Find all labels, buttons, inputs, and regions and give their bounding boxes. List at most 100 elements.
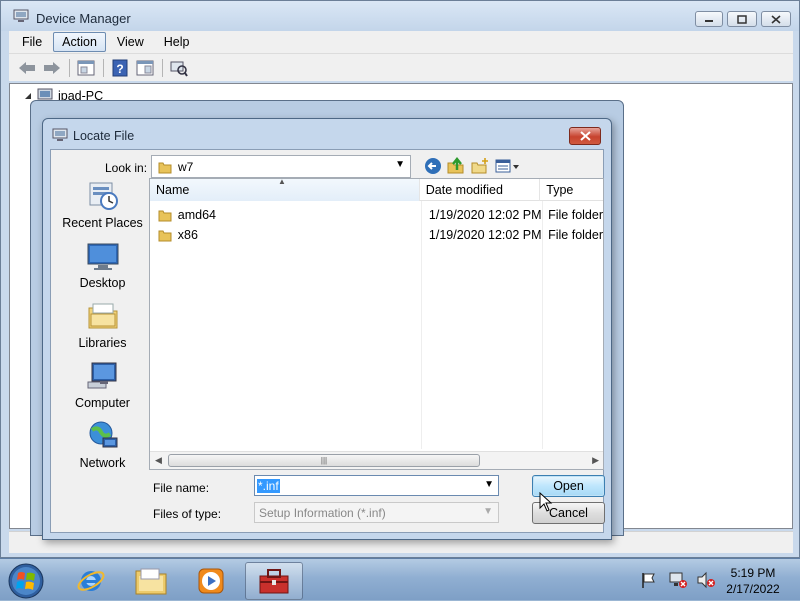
chevron-down-icon[interactable]: ▼ bbox=[484, 479, 494, 490]
menu-action[interactable]: Action bbox=[53, 32, 106, 52]
chevron-down-icon: ▼ bbox=[395, 159, 405, 170]
scan-hardware-icon bbox=[170, 61, 188, 77]
volume-muted-icon[interactable] bbox=[696, 571, 716, 589]
file-row-x86[interactable]: x86 1/19/2020 12:02 PM File folder bbox=[150, 225, 603, 245]
folder-icon bbox=[158, 230, 172, 242]
forward-icon bbox=[44, 61, 60, 74]
device-manager-icon bbox=[13, 9, 29, 22]
column-header-name[interactable]: Name ▲ bbox=[150, 179, 420, 201]
svg-text:?: ? bbox=[116, 62, 123, 76]
toolbar: ? bbox=[9, 53, 793, 81]
menu-help[interactable]: Help bbox=[155, 32, 199, 52]
horizontal-scrollbar[interactable]: ◀ ||| ▶ bbox=[150, 451, 603, 469]
view-button[interactable] bbox=[135, 58, 155, 78]
column-header-date-modified[interactable]: Date modified bbox=[420, 179, 541, 201]
look-in-label: Look in: bbox=[105, 161, 148, 175]
toolbar-separator bbox=[162, 58, 163, 77]
clock-time: 5:19 PM bbox=[730, 566, 776, 580]
view-menu-button[interactable] bbox=[495, 157, 521, 175]
restore-icon bbox=[737, 14, 747, 24]
menu-view[interactable]: View bbox=[108, 32, 153, 52]
forward-button[interactable] bbox=[42, 58, 62, 78]
scroll-right-icon[interactable]: ▶ bbox=[592, 455, 599, 466]
file-type: File folder bbox=[548, 208, 603, 222]
folder-icon bbox=[158, 162, 172, 173]
file-row-amd64[interactable]: amd64 1/19/2020 12:02 PM File folder bbox=[150, 205, 603, 225]
computer-icon bbox=[87, 362, 116, 389]
media-player-icon bbox=[198, 568, 224, 594]
place-recent-places[interactable]: Recent Places bbox=[56, 178, 149, 238]
mouse-cursor-icon bbox=[539, 492, 553, 512]
place-label: Recent Places bbox=[62, 216, 143, 230]
minimize-icon bbox=[705, 20, 713, 22]
menu-file[interactable]: File bbox=[13, 32, 51, 52]
network-status-icon[interactable] bbox=[668, 571, 688, 589]
back-nav-button[interactable] bbox=[424, 157, 442, 175]
scan-hardware-button[interactable] bbox=[169, 58, 189, 78]
up-folder-button[interactable] bbox=[447, 157, 465, 175]
taskbar-internet-explorer[interactable] bbox=[62, 562, 120, 600]
file-type-dropdown: Setup Information (*.inf) ▼ bbox=[254, 502, 499, 523]
place-desktop[interactable]: Desktop bbox=[56, 238, 149, 298]
file-list: Name ▲ Date modified Type amd64 1/19/202… bbox=[149, 178, 604, 470]
locate-file-dialog: Locate File Look in: w7 ▼ Recent Places bbox=[42, 118, 612, 540]
taskbar-device-manager[interactable] bbox=[245, 562, 303, 600]
action-center-flag-icon[interactable] bbox=[640, 571, 658, 589]
place-label: Computer bbox=[75, 396, 130, 410]
dialog-title: Locate File bbox=[73, 129, 135, 143]
place-label: Libraries bbox=[78, 336, 127, 350]
chevron-down-icon: ▼ bbox=[483, 506, 493, 517]
dialog-body: Look in: w7 ▼ Recent Places Desktop Libr… bbox=[50, 149, 605, 533]
look-in-dropdown[interactable]: w7 ▼ bbox=[151, 155, 411, 178]
file-name-input[interactable]: *.inf ▼ bbox=[254, 475, 499, 496]
new-folder-button[interactable] bbox=[471, 157, 489, 175]
help-button[interactable]: ? bbox=[110, 58, 130, 78]
maximize-button[interactable] bbox=[727, 11, 757, 27]
menu-bar: File Action View Help bbox=[9, 31, 793, 53]
column-header-type[interactable]: Type bbox=[540, 179, 603, 201]
toolbox-icon bbox=[259, 569, 289, 594]
toolbar-separator bbox=[69, 58, 70, 77]
file-list-header: Name ▲ Date modified Type bbox=[150, 179, 603, 201]
place-network[interactable]: Network bbox=[56, 418, 149, 478]
device-manager-icon bbox=[52, 128, 68, 141]
new-folder-icon bbox=[471, 158, 488, 174]
view-icon bbox=[136, 60, 154, 75]
taskbar-windows-explorer[interactable] bbox=[122, 562, 180, 600]
title-bar[interactable]: Device Manager bbox=[1, 1, 799, 31]
close-icon bbox=[771, 14, 781, 24]
column-date-label: Date modified bbox=[425, 183, 503, 197]
close-icon bbox=[579, 131, 591, 141]
back-button[interactable] bbox=[17, 58, 37, 78]
file-date: 1/19/2020 12:02 PM bbox=[428, 228, 542, 242]
place-label: Network bbox=[79, 456, 126, 470]
libraries-icon bbox=[88, 303, 117, 329]
properties-button[interactable] bbox=[76, 58, 96, 78]
help-icon: ? bbox=[112, 59, 128, 76]
windows-explorer-icon bbox=[135, 568, 167, 595]
window-title: Device Manager bbox=[36, 11, 131, 26]
place-libraries[interactable]: Libraries bbox=[56, 298, 149, 358]
taskbar-media-player[interactable] bbox=[182, 562, 240, 600]
back-icon bbox=[425, 158, 441, 174]
file-name: amd64 bbox=[177, 208, 217, 222]
close-button[interactable] bbox=[761, 11, 791, 27]
file-type: File folder bbox=[548, 228, 603, 242]
file-date: 1/19/2020 12:02 PM bbox=[428, 208, 542, 222]
toolbar-separator bbox=[103, 58, 104, 77]
minimize-button[interactable] bbox=[695, 11, 723, 27]
scrollbar-thumb[interactable]: ||| bbox=[168, 454, 480, 467]
dialog-close-button[interactable] bbox=[569, 127, 601, 145]
view-menu-icon bbox=[495, 159, 519, 173]
dialog-title-bar[interactable]: Locate File bbox=[43, 119, 611, 149]
file-type-label: Files of type: bbox=[153, 507, 222, 521]
scroll-left-icon[interactable]: ◀ bbox=[155, 455, 162, 466]
start-button[interactable] bbox=[6, 561, 46, 601]
clock[interactable]: 5:19 PM 2/17/2022 bbox=[718, 565, 788, 597]
recent-places-icon bbox=[89, 182, 118, 210]
file-name: x86 bbox=[177, 228, 198, 242]
sort-ascending-icon: ▲ bbox=[278, 178, 286, 186]
clock-date: 2/17/2022 bbox=[726, 582, 780, 596]
place-computer[interactable]: Computer bbox=[56, 358, 149, 418]
column-type-label: Type bbox=[546, 183, 574, 197]
